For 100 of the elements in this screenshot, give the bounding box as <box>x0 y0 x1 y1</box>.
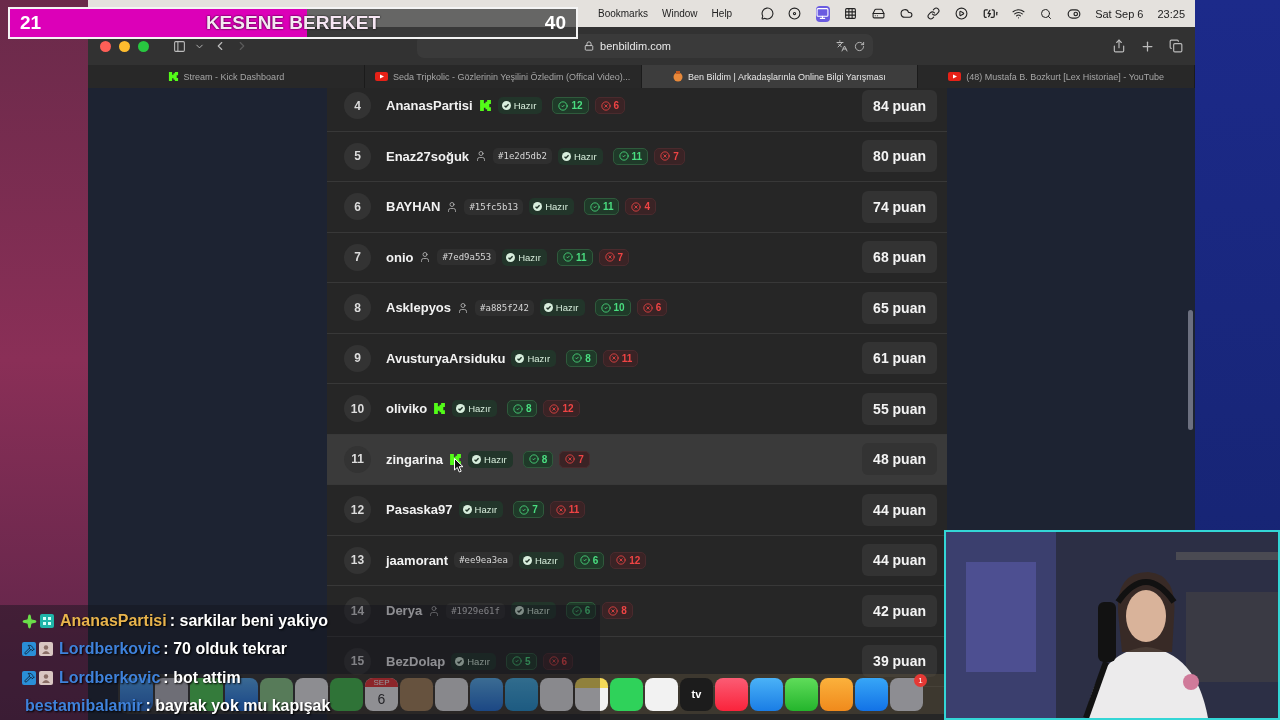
correct-count: 7 <box>513 501 544 519</box>
message-icon[interactable] <box>760 7 774 20</box>
close-button[interactable] <box>100 40 111 52</box>
tabs-icon[interactable] <box>1169 39 1183 53</box>
menu-item[interactable]: Window <box>662 8 698 19</box>
hammer-icon <box>22 642 36 657</box>
app-icon[interactable]: tv <box>680 677 713 711</box>
share-icon[interactable] <box>1112 39 1126 53</box>
status-badge: Hazır <box>502 248 547 266</box>
menu-date[interactable]: Sat Sep 6 <box>1095 7 1144 20</box>
search-icon[interactable] <box>1040 7 1053 20</box>
app-icon[interactable] <box>610 677 643 711</box>
check-circle-icon <box>528 454 539 465</box>
check-circle-icon <box>571 605 582 616</box>
plus-icon[interactable] <box>1140 38 1155 54</box>
calendar-icon[interactable]: SEP 6 <box>365 677 398 711</box>
browser-tab[interactable]: Ben Bildim | Arkadaşlarınla Online Bilgi Yarışması <box>641 65 919 88</box>
disc-icon[interactable] <box>788 7 802 20</box>
correct-count: 8 <box>566 349 597 367</box>
wifi-icon[interactable] <box>1011 7 1025 20</box>
link-icon[interactable] <box>927 7 941 20</box>
player-name: Pasaska97 <box>386 502 453 518</box>
sidebar-icon[interactable] <box>173 39 186 53</box>
toggle-icon[interactable] <box>1067 6 1082 21</box>
wrong-count: 7 <box>598 248 630 266</box>
translate-icon[interactable] <box>836 40 848 52</box>
reload-icon[interactable] <box>854 40 865 52</box>
menu-item[interactable]: Help <box>711 8 733 19</box>
chat-message: : 70 olduk tekrar <box>163 640 287 659</box>
play-button-icon <box>375 72 388 81</box>
correct-count: 6 <box>573 551 605 569</box>
rank-badge: 12 <box>344 496 371 524</box>
wrong-count: 11 <box>549 501 586 519</box>
grid-icon[interactable] <box>843 7 857 20</box>
user-icon <box>419 251 432 264</box>
player-name: BAYHAN <box>386 199 441 215</box>
chat-message: : bot attim <box>163 668 241 687</box>
check-icon <box>533 202 543 212</box>
wrong-count: 7 <box>559 450 590 468</box>
wrong-count: 6 <box>636 299 668 317</box>
score: 42 puan <box>862 594 937 627</box>
address-field[interactable]: benbildim.com <box>417 34 873 58</box>
player-name: Asklepyos <box>386 300 452 316</box>
player-tag: #1929e61f <box>446 602 505 619</box>
player-name: Enaz27soğuk <box>386 148 470 164</box>
app-icon[interactable] <box>575 677 608 711</box>
check-circle-icon <box>519 504 530 515</box>
player-name: Derya <box>386 603 423 619</box>
score: 48 puan <box>862 443 937 476</box>
score: 55 puan <box>862 392 937 425</box>
correct-count: 12 <box>552 97 589 115</box>
app-icon[interactable] <box>785 677 818 711</box>
player-name: AnanasPartisi <box>386 98 473 114</box>
status-badge: Hazır <box>452 400 497 418</box>
status-badge: Hazır <box>511 349 557 367</box>
check-icon <box>462 505 472 515</box>
x-circle-icon <box>616 555 627 566</box>
cloud-icon[interactable] <box>899 7 913 20</box>
zoom-button[interactable] <box>138 40 149 52</box>
address-text: benbildim.com <box>600 40 671 52</box>
player-tag: #7ed9a553 <box>437 249 497 266</box>
menu-time[interactable]: 23:25 <box>1157 7 1185 20</box>
check-circle-icon <box>511 656 522 667</box>
scrollbar[interactable] <box>1188 310 1193 430</box>
goal-current: 21 <box>20 12 42 34</box>
score: 80 puan <box>862 140 937 173</box>
x-circle-icon <box>565 454 576 465</box>
rank-badge: 15 <box>344 647 371 675</box>
status-badge: Hazır <box>557 147 603 165</box>
check-circle-icon <box>558 100 569 111</box>
battery-icon[interactable] <box>982 6 998 21</box>
correct-count: 11 <box>556 248 593 266</box>
player-name: onio <box>386 249 414 265</box>
check-icon <box>522 555 532 565</box>
drive-icon[interactable] <box>871 7 885 20</box>
status-badge: Hazır <box>529 198 574 216</box>
user-icon <box>446 200 459 213</box>
leaderboard-row[interactable]: 4 AnanasPartisi Hazır 12 6 84 puan <box>327 88 947 132</box>
x-circle-icon <box>642 302 653 313</box>
check-icon <box>543 303 553 313</box>
score: 84 puan <box>862 89 937 122</box>
player-tag: #1e2d5db2 <box>493 148 552 165</box>
correct-count: 10 <box>594 299 631 317</box>
score: 74 puan <box>862 190 937 223</box>
score: 39 puan <box>862 645 937 678</box>
goal-target: 40 <box>544 12 566 34</box>
score: 68 puan <box>862 241 937 274</box>
rank-badge: 9 <box>344 344 371 372</box>
rank-badge: 8 <box>344 294 371 322</box>
check-icon <box>561 151 571 161</box>
play-icon[interactable] <box>955 7 969 20</box>
app-icon[interactable] <box>820 677 853 711</box>
app-icon[interactable] <box>645 677 678 711</box>
minimize-button[interactable] <box>119 40 130 52</box>
check-icon <box>472 454 482 464</box>
menu-item[interactable]: Bookmarks <box>598 8 648 19</box>
rank-badge: 14 <box>344 597 371 625</box>
logo-icon <box>167 71 179 82</box>
leaderboard-row[interactable]: 11 zingarina Hazır 8 7 48 puan <box>327 434 947 485</box>
wrong-count: 12 <box>610 551 647 569</box>
